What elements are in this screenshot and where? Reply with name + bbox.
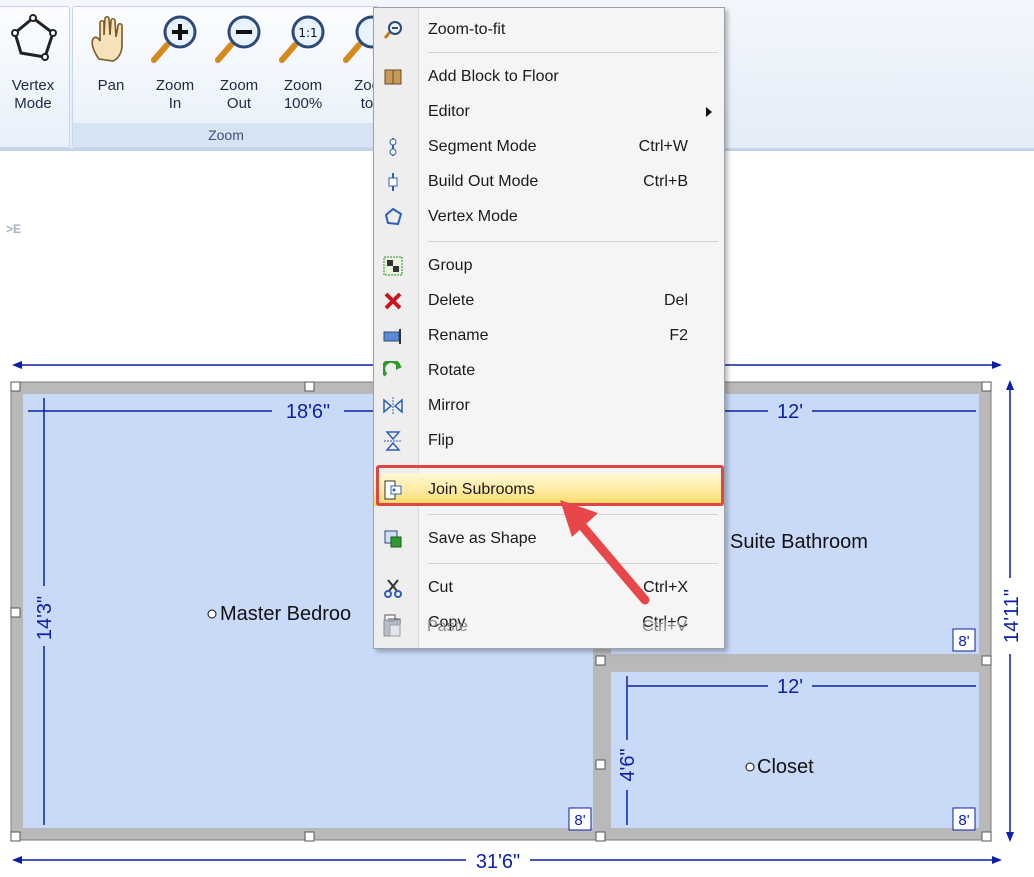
menu-item-label: Editor bbox=[428, 103, 470, 120]
rotate-icon bbox=[383, 361, 402, 377]
menu-item-paste-row[interactable]: Paste Ctrl+V bbox=[373, 610, 723, 643]
menu-item-label: Zoom-to-fit bbox=[428, 21, 506, 38]
group-icon bbox=[383, 256, 403, 276]
closet-label: Closet bbox=[757, 756, 814, 778]
ribbon-group-zoom: Pan Zoom In Zoom Out 1:1 Zoom 100% Zoo t… bbox=[72, 6, 389, 148]
arrowhead bbox=[992, 856, 1002, 864]
overall-width-dimension: 31'6" bbox=[476, 851, 520, 873]
menu-item-editor[interactable]: Editor bbox=[374, 95, 724, 128]
menu-item-vertex-mode[interactable]: Vertex Mode bbox=[374, 200, 724, 233]
paste-icon bbox=[383, 618, 401, 637]
vertex-mode-button[interactable]: Vertex Mode bbox=[1, 11, 65, 115]
rename-icon bbox=[383, 329, 401, 344]
menu-item-label: Mirror bbox=[428, 397, 470, 414]
context-menu: Zoom-to-fit Add Block to Floor Editor Se… bbox=[373, 7, 725, 649]
zoom-100-button[interactable]: 1:1 Zoom 100% bbox=[271, 11, 335, 115]
menu-item-shortcut: Ctrl+B bbox=[643, 173, 688, 190]
menu-item-label: Build Out Mode bbox=[428, 173, 539, 190]
arrowhead bbox=[1006, 832, 1014, 842]
delete-icon bbox=[384, 292, 402, 310]
zoom-100-icon: 1:1 bbox=[279, 15, 325, 63]
menu-item-label: Vertex Mode bbox=[428, 208, 518, 225]
master-height-dimension: 14'3" bbox=[34, 596, 56, 640]
menu-item-add-block-to-floor[interactable]: Add Block to Floor bbox=[374, 60, 724, 93]
wall-height-tag-text: 8' bbox=[958, 633, 969, 650]
zoom-out-button[interactable]: Zoom Out bbox=[207, 11, 271, 115]
menu-item-shortcut: Ctrl+V bbox=[642, 618, 687, 635]
bath-width-dimension: 12' bbox=[777, 401, 803, 423]
menu-separator bbox=[428, 241, 718, 242]
menu-item-flip[interactable]: Flip bbox=[374, 424, 724, 457]
menu-item-shortcut: F2 bbox=[669, 327, 688, 344]
menu-separator bbox=[428, 52, 718, 53]
annotation-arrow-icon bbox=[560, 500, 650, 605]
menu-item-label: Add Block to Floor bbox=[428, 68, 559, 85]
menu-item-shortcut: Del bbox=[663, 292, 688, 309]
zoom-in-button[interactable]: Zoom In bbox=[143, 11, 207, 115]
menu-item-label: Rename bbox=[428, 327, 489, 344]
zoom-out-icon bbox=[215, 15, 261, 63]
menu-item-segment-mode[interactable]: Segment Mode Ctrl+W bbox=[374, 130, 724, 163]
menu-item-zoom-to-fit[interactable]: Zoom-to-fit bbox=[374, 13, 724, 46]
submenu-arrow-icon bbox=[706, 107, 712, 117]
closet-width-dimension: 12' bbox=[777, 676, 803, 698]
closet-height-dimension: 4'6" bbox=[617, 748, 639, 781]
menu-item-cut[interactable]: Cut Ctrl+X bbox=[374, 571, 724, 604]
arrowhead bbox=[12, 856, 22, 864]
ribbon-group-modes: Vertex Mode bbox=[0, 6, 70, 148]
canvas-note-text: >E bbox=[6, 222, 22, 236]
menu-item-label: Delete bbox=[428, 292, 475, 309]
master-bedroom-label: Master Bedroo bbox=[220, 603, 351, 625]
wall-height-tag-text: 8' bbox=[958, 812, 969, 829]
menu-item-build-out-mode[interactable]: Build Out Mode Ctrl+B bbox=[374, 165, 724, 198]
menu-item-label: Rotate bbox=[428, 362, 476, 379]
menu-item-save-as-shape[interactable]: Save as Shape bbox=[374, 522, 724, 555]
mirror-icon bbox=[383, 397, 403, 415]
menu-item-label: Cut bbox=[428, 579, 453, 596]
zoom-group-label: Zoom bbox=[73, 123, 379, 147]
save-as-shape-icon bbox=[384, 530, 402, 548]
zoom-in-icon bbox=[151, 15, 197, 63]
pan-button[interactable]: Pan bbox=[79, 11, 143, 115]
menu-item-label: Paste bbox=[427, 618, 468, 635]
menu-item-label: Flip bbox=[428, 432, 454, 449]
arrowhead bbox=[992, 361, 1002, 369]
add-block-icon bbox=[384, 69, 402, 85]
room-anchor-dot bbox=[745, 762, 755, 772]
svg-text:1:1: 1:1 bbox=[298, 26, 317, 40]
wall-height-tag-text: 8' bbox=[574, 812, 585, 829]
pan-hand-icon bbox=[91, 15, 123, 62]
cut-icon bbox=[384, 579, 402, 598]
arrowhead bbox=[1006, 380, 1014, 390]
build-out-mode-icon bbox=[388, 173, 398, 191]
suite-bathroom-label: Suite Bathroom bbox=[730, 531, 868, 553]
overall-height-dimension: 14'11" bbox=[1001, 589, 1023, 643]
vertex-mode-icon bbox=[384, 207, 403, 226]
vertex-mode-label: Vertex Mode bbox=[11, 77, 55, 112]
arrowhead bbox=[12, 361, 22, 369]
menu-item-delete[interactable]: Delete Del bbox=[374, 284, 724, 317]
menu-item-mirror[interactable]: Mirror bbox=[374, 389, 724, 422]
segment-mode-icon bbox=[389, 138, 397, 156]
room-anchor-dot bbox=[207, 609, 217, 619]
menu-item-label: Save as Shape bbox=[428, 530, 537, 547]
menu-item-rotate[interactable]: Rotate bbox=[374, 354, 724, 387]
flip-icon bbox=[384, 431, 402, 451]
menu-item-group[interactable]: Group bbox=[374, 249, 724, 282]
zoom-to-fit-icon bbox=[383, 21, 402, 39]
menu-item-shortcut: Ctrl+W bbox=[638, 138, 688, 155]
master-width-dimension: 18'6" bbox=[286, 401, 330, 423]
vertex-mode-icon bbox=[11, 14, 57, 61]
menu-item-label: Group bbox=[428, 257, 473, 274]
menu-item-rename[interactable]: Rename F2 bbox=[374, 319, 724, 352]
menu-item-label: Segment Mode bbox=[428, 138, 537, 155]
